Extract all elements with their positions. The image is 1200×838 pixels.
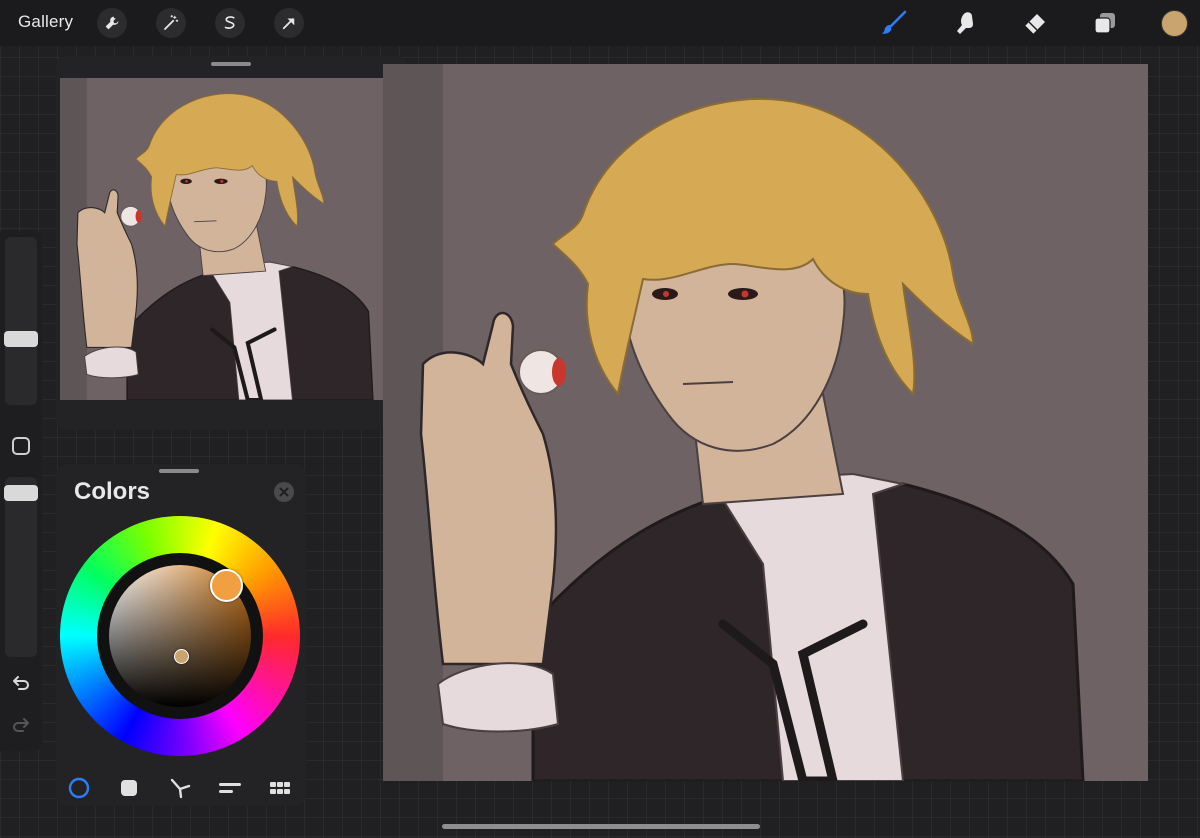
tab-classic[interactable] — [115, 774, 143, 802]
tab-disc[interactable] — [65, 774, 93, 802]
opacity-slider[interactable] — [5, 477, 37, 657]
top-toolbar: Gallery — [0, 0, 1200, 46]
brush-tool-button[interactable] — [879, 8, 909, 38]
redo-icon — [13, 718, 29, 732]
magic-wand-icon — [164, 14, 179, 30]
reference-panel[interactable] — [56, 56, 406, 430]
harmony-tab-icon — [170, 778, 191, 799]
brush-size-thumb[interactable] — [4, 331, 38, 348]
smudge-tool-button[interactable] — [950, 8, 980, 38]
tab-value[interactable] — [216, 774, 244, 802]
tab-harmony[interactable] — [166, 774, 194, 802]
reference-image — [60, 78, 402, 400]
colors-panel-grabber[interactable] — [159, 469, 199, 473]
actions-button[interactable] — [97, 8, 127, 38]
gallery-button[interactable]: Gallery — [18, 12, 73, 32]
colors-panel: Colors — [56, 464, 306, 806]
close-icon — [279, 487, 289, 497]
transform-button[interactable] — [274, 8, 304, 38]
classic-tab-icon — [121, 780, 137, 796]
hue-ring[interactable] — [60, 516, 300, 756]
close-button[interactable] — [274, 482, 294, 502]
wrench-icon — [105, 16, 119, 30]
undo-icon — [13, 676, 29, 690]
selection-icon — [224, 16, 235, 29]
color-mode-tabs — [56, 774, 306, 802]
canvas-artwork — [383, 64, 1148, 781]
opacity-thumb[interactable] — [4, 485, 38, 502]
side-sliders — [0, 231, 42, 751]
eraser-tool-button[interactable] — [1020, 8, 1050, 38]
palettes-tab-icon — [270, 782, 290, 794]
undo-button[interactable] — [9, 671, 33, 695]
saturation-handle[interactable] — [174, 649, 189, 664]
colors-panel-title: Colors — [74, 478, 151, 505]
layers-button[interactable] — [1090, 8, 1120, 38]
transform-arrow-icon — [282, 18, 295, 30]
disc-tab-icon — [68, 777, 90, 799]
layers-icon — [1094, 13, 1115, 34]
home-indicator[interactable] — [442, 824, 760, 829]
hue-handle[interactable] — [210, 569, 243, 602]
adjustments-button[interactable] — [156, 8, 186, 38]
eraser-icon — [1024, 14, 1045, 35]
reference-artwork — [60, 78, 402, 400]
smudge-icon — [957, 12, 973, 34]
modify-button[interactable] — [12, 437, 30, 455]
tab-palettes[interactable] — [266, 774, 294, 802]
selection-button[interactable] — [215, 8, 245, 38]
color-swatch-button[interactable] — [1161, 10, 1188, 37]
value-tab-icon — [219, 783, 241, 793]
redo-button[interactable] — [9, 713, 33, 737]
brush-size-slider[interactable] — [5, 237, 37, 405]
brush-icon — [881, 10, 907, 34]
drawing-canvas[interactable] — [383, 64, 1148, 781]
reference-panel-grabber[interactable] — [211, 62, 251, 66]
